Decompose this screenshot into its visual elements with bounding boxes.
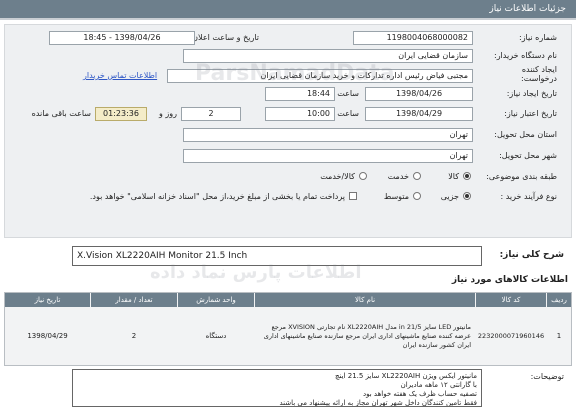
cell-row: 1 — [556, 332, 562, 340]
treasury-checkbox[interactable] — [349, 192, 357, 200]
province-label: استان محل تحویل: — [494, 130, 557, 139]
category-option-goods-service: کالا/خدمت — [320, 172, 355, 181]
remaining-timer: 01:23:36 — [95, 107, 147, 121]
notes-line: تصفیه حساب ظرف یک هفته خواهد بود — [362, 390, 477, 398]
buyer-org-field: سازمان قضایی ایران — [183, 49, 473, 63]
created-date-field: 1398/04/26 — [365, 87, 473, 101]
payment-note: پرداخت تمام یا بخشی از مبلغ خرید،از محل … — [89, 192, 345, 201]
remaining-label: ساعت باقی مانده — [31, 109, 91, 118]
need-number-field: 1198004068000082 — [353, 31, 473, 45]
th-date: تاریخ نیاز — [5, 293, 90, 307]
days-label: روز و — [159, 109, 177, 118]
goods-table: ردیف کد کالا نام کالا واحد شمارش تعداد /… — [4, 292, 572, 366]
purchase-radio-medium[interactable] — [413, 192, 421, 200]
category-radio-goods[interactable] — [463, 172, 471, 180]
category-label: طبقه بندی موضوعی: — [486, 172, 557, 181]
th-name: نام کالا — [255, 293, 475, 307]
category-radio-goods-service[interactable] — [359, 172, 367, 180]
description-label: شرح کلی نیاز: — [499, 250, 564, 260]
cell-qty: 2 — [131, 332, 137, 340]
announce-datetime-field: 1398/04/26 - 18:45 — [49, 31, 195, 45]
created-time-field: 18:44 — [265, 87, 335, 101]
category-radio-service[interactable] — [413, 172, 421, 180]
notes-line: فقط تامین کنندگان داخل شهر تهران مجاز به… — [279, 399, 477, 407]
cell-code: 2232000071960146 — [477, 332, 545, 340]
cell-date: 1398/04/29 — [27, 332, 68, 340]
deadline-time-field: 10:00 — [265, 107, 335, 121]
cell-unit: دستگاه — [205, 332, 227, 340]
category-option-goods: کالا — [448, 172, 459, 181]
category-option-service: خدمت — [387, 172, 409, 181]
deadline-date-field: 1398/04/29 — [365, 107, 473, 121]
purchase-option-minor: جزیی — [440, 192, 459, 201]
notes-line: با گارانتی ۱۲ ماهه مادیران — [400, 381, 477, 389]
th-code: کد کالا — [476, 293, 546, 307]
goods-section-title: اطلاعات کالاهای مورد نیاز — [451, 275, 568, 285]
notes-field: مانیتور ایکس ویژن XL2220AIH سایز 21.5 ای… — [72, 369, 482, 407]
notes-line: مانیتور ایکس ویژن XL2220AIH سایز 21.5 ای… — [335, 372, 477, 380]
deadline-time-label: ساعت — [337, 109, 359, 118]
creator-label: ایجاد کننده درخواست: — [521, 65, 557, 83]
description-field: X.Vision XL2220AIH Monitor 21.5 Inch — [72, 246, 482, 266]
th-unit: واحد شمارش — [178, 293, 254, 307]
cell-name: مانیتور LED سایز 21/5 in مدل XL2220AIH ن… — [263, 322, 471, 349]
th-qty: تعداد / مقدار — [91, 293, 177, 307]
page-title: جزئیات اطلاعات نیاز — [489, 4, 566, 14]
created-time-label: ساعت — [337, 89, 359, 98]
notes-label: توضیحات: — [530, 372, 564, 381]
purchase-type-label: نوع فرآیند خرید : — [500, 192, 557, 201]
created-date-label: تاریخ ایجاد نیاز: — [506, 89, 557, 98]
days-field: 2 — [181, 107, 241, 121]
th-row: ردیف — [547, 293, 571, 307]
city-label: شهر محل تحویل: — [499, 151, 557, 160]
need-number-label: شماره نیاز: — [519, 33, 557, 42]
header-bar: جزئیات اطلاعات نیاز — [0, 0, 576, 20]
creator-field: مجتبی فیاض رئیس اداره تدارکات و خرید ساز… — [167, 69, 473, 83]
province-field: تهران — [183, 128, 473, 142]
city-field: تهران — [183, 149, 473, 163]
deadline-label: تاریخ اعتبار نیاز: — [504, 109, 557, 118]
buyer-org-label: نام دستگاه خریدار: — [494, 51, 557, 60]
purchase-radio-minor[interactable] — [463, 192, 471, 200]
buyer-contact-link[interactable]: اطلاعات تماس خریدار — [83, 71, 157, 80]
purchase-option-medium: متوسط — [383, 192, 409, 201]
need-details-form: شماره نیاز: 1198004068000082 تاریخ و ساع… — [4, 24, 572, 238]
